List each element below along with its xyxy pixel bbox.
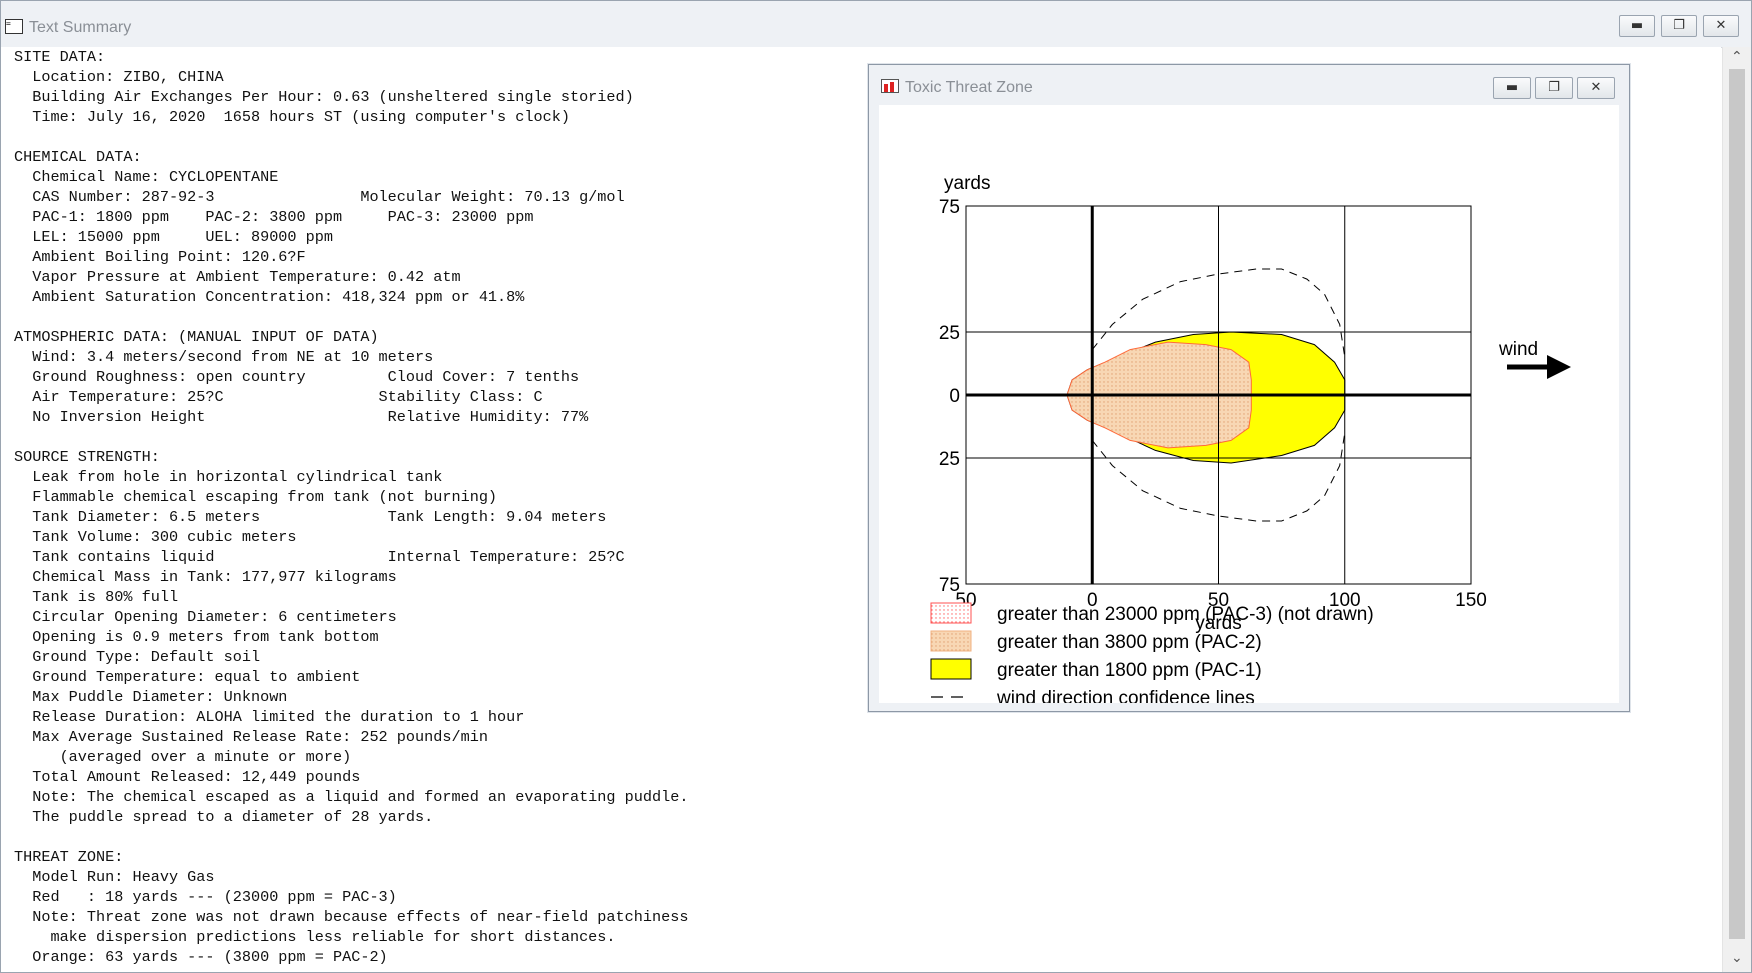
x-tick-label: 150 <box>1455 590 1487 611</box>
summary-line: Release Duration: ALOHA limited the dura… <box>32 708 525 726</box>
summary-line: THREAT ZONE: <box>14 848 124 866</box>
summary-line: Max Puddle Diameter: Unknown <box>32 688 288 706</box>
summary-line: Vapor Pressure at Ambient Temperature: 0… <box>32 268 461 286</box>
close-icon: ✕ <box>1715 18 1727 33</box>
summary-line: Chemical Name: CYCLOPENTANE <box>32 168 279 186</box>
y-tick-label: 25 <box>939 449 960 470</box>
summary-line: Ground Type: Default soil <box>32 648 261 666</box>
close-icon: ✕ <box>1590 80 1602 95</box>
wind-arrow-icon <box>1547 355 1571 379</box>
y-tick-label: 0 <box>949 386 960 407</box>
summary-line: Model Run: Heavy Gas <box>32 868 215 886</box>
summary-line: Max Average Sustained Release Rate: 252 … <box>32 728 488 746</box>
wind-label: wind <box>1498 339 1538 360</box>
legend-label: wind direction confidence lines <box>996 688 1255 703</box>
summary-line: Tank Diameter: 6.5 meters Tank Length: 9… <box>32 508 607 526</box>
threat-window-title: Toxic Threat Zone <box>905 79 1033 96</box>
threat-restore-button[interactable]: ❐ <box>1535 77 1573 99</box>
threat-zone-plot-area: 50 0 50 100 150 75 25 0 25 75 yards yards wind greate… <box>879 105 1619 703</box>
restore-icon: ❐ <box>1673 18 1685 33</box>
minimize-icon: ▬ <box>1505 80 1519 95</box>
summary-line: Orange: 63 yards --- (3800 ppm = PAC-2) <box>32 948 388 966</box>
minimize-button[interactable]: ▬ <box>1619 15 1655 37</box>
title-bar[interactable]: = Text Summary ▬ ❐ ✕ <box>1 1 1751 48</box>
summary-line: Ambient Saturation Concentration: 418,32… <box>32 288 525 306</box>
summary-line: Circular Opening Diameter: 6 centimeters <box>32 608 397 626</box>
threat-minimize-button[interactable]: ▬ <box>1493 77 1531 99</box>
summary-line: Note: Threat zone was not drawn because … <box>32 908 689 926</box>
restore-icon: ❐ <box>1548 80 1560 95</box>
summary-line: Ambient Boiling Point: 120.6?F <box>32 248 306 266</box>
summary-line: SITE DATA: <box>14 48 106 66</box>
summary-line: Time: July 16, 2020 1658 hours ST (using… <box>32 108 570 126</box>
scroll-thumb[interactable] <box>1729 69 1745 939</box>
summary-line: Ground Roughness: open country Cloud Cov… <box>32 368 580 386</box>
summary-line: Opening is 0.9 meters from tank bottom <box>32 628 379 646</box>
summary-line: LEL: 15000 ppm UEL: 89000 ppm <box>32 228 333 246</box>
summary-line: Tank is 80% full <box>32 588 179 606</box>
legend-swatch-pac2 <box>930 630 972 652</box>
summary-line: Red : 18 yards --- (23000 ppm = PAC-3) <box>32 888 397 906</box>
threat-zone-chart: 50 0 50 100 150752502575yardsyardswindgreate… <box>930 173 1571 703</box>
summary-line: CHEMICAL DATA: <box>14 148 142 166</box>
toxic-threat-zone-window: Toxic Threat Zone ▬ ❐ ✕ 50 0 50 100 150 75 25 0… <box>868 64 1630 712</box>
summary-line: Flammable chemical escaping from tank (n… <box>32 488 498 506</box>
summary-line: Chemical Mass in Tank: 177,977 kilograms <box>32 568 397 586</box>
y-tick-label: 25 <box>939 323 960 344</box>
summary-line: Building Air Exchanges Per Hour: 0.63 (u… <box>32 88 634 106</box>
summary-line: ATMOSPHERIC DATA: (MANUAL INPUT OF DATA) <box>14 328 379 346</box>
summary-line: Note: The chemical escaped as a liquid a… <box>32 788 689 806</box>
legend-label: greater than 3800 ppm (PAC-2) <box>997 632 1262 653</box>
summary-line: Tank contains liquid Internal Temperatur… <box>32 548 625 566</box>
window-title: Text Summary <box>29 19 132 36</box>
legend-label: greater than 23000 ppm (PAC-3) (not draw… <box>997 604 1374 625</box>
scroll-up-icon[interactable]: ⌃ <box>1731 49 1743 65</box>
threat-zone-icon <box>881 79 899 93</box>
summary-text: SITE DATA: Location: ZIBO, CHINA Buildin… <box>14 47 688 967</box>
summary-line: Air Temperature: 25?C Stability Class: C <box>32 388 543 406</box>
minimize-icon: ▬ <box>1630 18 1644 33</box>
legend-label: greater than 1800 ppm (PAC-1) <box>997 660 1262 681</box>
summary-line: Leak from hole in horizontal cylindrical… <box>32 468 443 486</box>
summary-line: PAC-1: 1800 ppm PAC-2: 3800 ppm PAC-3: 2… <box>32 208 534 226</box>
threat-title-bar[interactable]: Toxic Threat Zone ▬ ❐ ✕ <box>869 65 1629 105</box>
summary-line: Tank Volume: 300 cubic meters <box>32 528 297 546</box>
restore-button[interactable]: ❐ <box>1661 15 1697 37</box>
summary-line: No Inversion Height Relative Humidity: 7… <box>32 408 589 426</box>
summary-line: (averaged over a minute or more) <box>59 748 352 766</box>
y-tick-label: 75 <box>939 197 960 218</box>
summary-line: make dispersion predictions less reliabl… <box>50 928 616 946</box>
summary-line: SOURCE STRENGTH: <box>14 448 160 466</box>
summary-line: Ground Temperature: equal to ambient <box>32 668 361 686</box>
legend-swatch-pac3 <box>930 602 972 624</box>
summary-line: Wind: 3.4 meters/second from NE at 10 me… <box>32 348 434 366</box>
text-document-icon: = <box>5 19 23 34</box>
y-axis-label: yards <box>944 173 990 194</box>
threat-close-button[interactable]: ✕ <box>1577 77 1615 99</box>
vertical-scrollbar[interactable]: ⌃ ⌄ <box>1722 47 1751 972</box>
scroll-down-icon[interactable]: ⌄ <box>1731 950 1743 966</box>
legend-swatch-pac1 <box>930 658 972 680</box>
summary-line: The puddle spread to a diameter of 28 ya… <box>32 808 434 826</box>
summary-line: Location: ZIBO, CHINA <box>32 68 224 86</box>
summary-line: Total Amount Released: 12,449 pounds <box>32 768 361 786</box>
y-tick-label: 75 <box>939 575 960 596</box>
close-button[interactable]: ✕ <box>1703 15 1739 37</box>
summary-line: CAS Number: 287-92-3 Molecular Weight: 7… <box>32 188 625 206</box>
